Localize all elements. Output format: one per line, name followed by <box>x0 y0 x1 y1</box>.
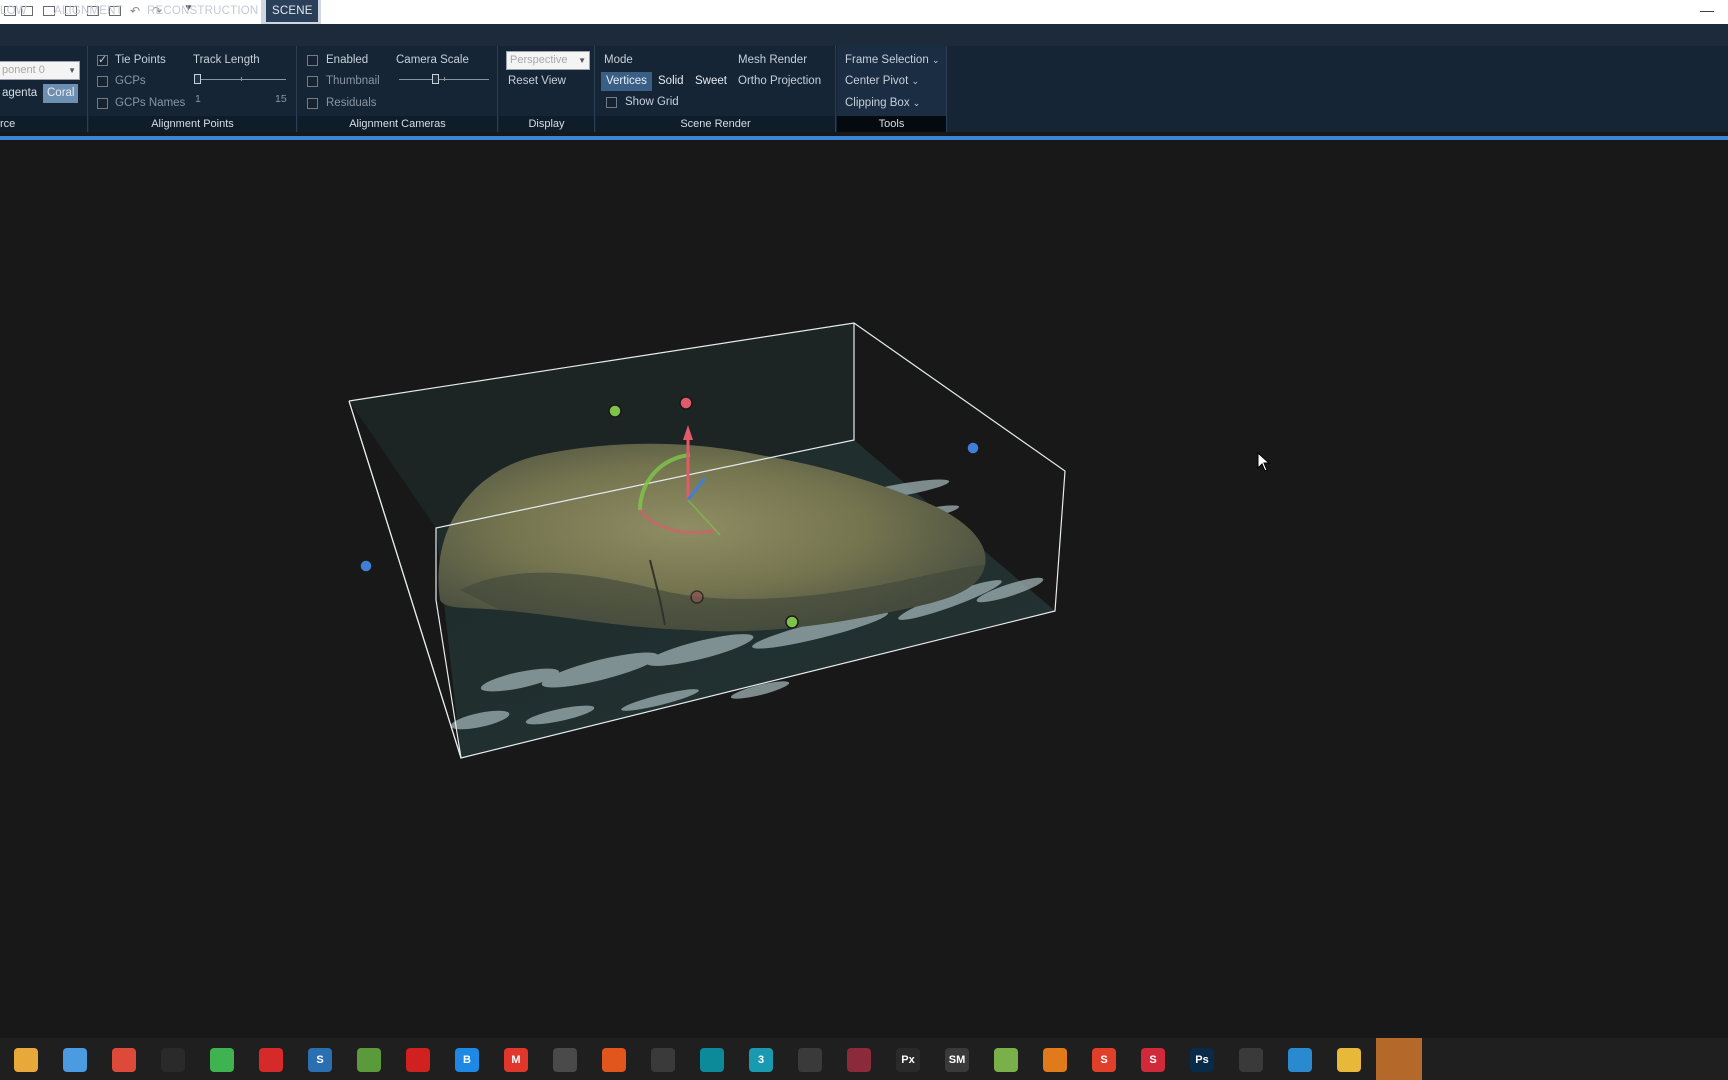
handle-blue-right[interactable] <box>966 441 980 455</box>
maps-app-icon[interactable] <box>700 1048 724 1072</box>
tab-reconstruction[interactable]: RECONSTRUCTION <box>141 0 264 22</box>
wechat-icon[interactable] <box>210 1048 234 1072</box>
component-select-value: ponent 0 <box>2 64 45 76</box>
residuals-label: Residuals <box>326 97 377 109</box>
group-footer-display: Display <box>499 116 594 132</box>
handle-red[interactable] <box>679 396 693 410</box>
projection-select-value: Perspective <box>510 54 568 66</box>
gcps-checkbox[interactable] <box>97 76 108 87</box>
netease-music-icon[interactable] <box>259 1048 283 1072</box>
penguin-icon[interactable] <box>161 1048 185 1072</box>
chevron-down-icon: ▼ <box>68 66 76 75</box>
gcps-names-label: GCPs Names <box>115 97 186 109</box>
m-app-icon[interactable]: M <box>504 1048 528 1072</box>
scene-render <box>348 322 1066 759</box>
tree-app-icon[interactable] <box>994 1048 1018 1072</box>
clipping-box-button[interactable]: Clipping Box ⌄ <box>845 97 920 109</box>
mode-label: Mode <box>604 54 633 66</box>
substance-designer-icon[interactable]: S <box>1092 1048 1116 1072</box>
track-length-label: Track Length <box>193 54 260 66</box>
substance-painter-icon[interactable]: S <box>1141 1048 1165 1072</box>
gcps-names-checkbox[interactable] <box>97 98 108 109</box>
frame-selection-button[interactable]: Frame Selection ⌄ <box>845 54 939 66</box>
record-icon[interactable] <box>406 1048 430 1072</box>
paint-palette-icon[interactable] <box>14 1048 38 1072</box>
center-pivot-label: Center Pivot <box>845 75 909 87</box>
pinwheel-icon[interactable] <box>63 1048 87 1072</box>
group-footer-scene-render: Scene Render <box>596 116 835 132</box>
realitycapture-icon[interactable] <box>1386 1048 1410 1072</box>
component-select[interactable]: ponent 0 ▼ <box>0 61 80 80</box>
blender-icon[interactable] <box>1043 1048 1067 1072</box>
thumbnail-checkbox[interactable] <box>307 76 318 87</box>
ribbon-tabs <box>0 24 1728 46</box>
photoshop-icon[interactable]: Ps <box>1190 1048 1214 1072</box>
sm-app-icon[interactable]: SM <box>945 1048 969 1072</box>
mouse-cursor-icon <box>1257 452 1271 472</box>
mode-sweet-button[interactable]: Sweet <box>691 72 731 91</box>
px-app-icon[interactable]: Px <box>896 1048 920 1072</box>
residuals-checkbox[interactable] <box>307 98 318 109</box>
tie-points-label: Tie Points <box>115 54 166 66</box>
gcps-label: GCPs <box>115 75 146 87</box>
camera-scale-label: Camera Scale <box>396 54 469 66</box>
search-app-icon[interactable] <box>651 1048 675 1072</box>
s-app-icon[interactable]: S <box>308 1048 332 1072</box>
tab-alignment[interactable]: ALIGNMENT <box>48 0 129 22</box>
handle-blue-left[interactable] <box>359 559 373 573</box>
flame-app-icon[interactable] <box>602 1048 626 1072</box>
show-grid-checkbox[interactable] <box>606 97 617 108</box>
track-length-tick <box>241 77 242 81</box>
cameras-enabled-label: Enabled <box>326 54 369 66</box>
heart-app-icon[interactable] <box>847 1048 871 1072</box>
mesh-render-label: Mesh Render <box>738 54 808 66</box>
reset-view-button[interactable]: Reset View <box>508 75 566 87</box>
tie-points-checkbox[interactable] <box>97 53 108 66</box>
projection-select[interactable]: Perspective ▼ <box>506 51 590 70</box>
3d-viewport[interactable] <box>0 140 1728 1038</box>
chrome-icon[interactable] <box>112 1048 136 1072</box>
center-pivot-button[interactable]: Center Pivot ⌄ <box>845 75 919 87</box>
handle-green-bottom[interactable] <box>785 615 799 629</box>
3dsmax-icon[interactable]: 3 <box>749 1048 773 1072</box>
chevron-down-icon: ⌄ <box>911 76 920 86</box>
chevron-down-icon: ⌄ <box>931 55 940 65</box>
unity-icon[interactable] <box>1239 1048 1263 1072</box>
group-footer-alignment-points: Alignment Points <box>89 116 296 132</box>
track-length-max: 15 <box>275 93 287 105</box>
aperture-icon[interactable] <box>553 1048 577 1072</box>
edge-icon[interactable] <box>1288 1048 1312 1072</box>
tab-scene[interactable]: SCENE <box>266 0 318 22</box>
cameras-enabled-checkbox[interactable] <box>307 55 318 66</box>
camera-scale-tick <box>444 77 445 81</box>
ortho-projection-button[interactable]: Ortho Projection <box>738 75 821 87</box>
group-footer-tools: Tools <box>837 116 946 132</box>
show-grid-label: Show Grid <box>625 96 679 108</box>
chevron-down-icon: ⌄ <box>912 98 921 108</box>
handle-green-top[interactable] <box>608 404 622 418</box>
group-footer-alignment-cameras: Alignment Cameras <box>298 116 497 132</box>
camera-scale-slider-thumb[interactable] <box>432 74 439 84</box>
thumbnail-label: Thumbnail <box>326 75 380 87</box>
clipping-box-label: Clipping Box <box>845 97 910 109</box>
mode-vertices-button[interactable]: Vertices <box>601 72 652 91</box>
group-footer-source: rce <box>0 116 87 132</box>
mode-solid-button[interactable]: Solid <box>654 72 688 91</box>
zbrush-icon[interactable] <box>798 1048 822 1072</box>
minimize-button[interactable]: — <box>1700 2 1714 18</box>
color-magenta-button[interactable]: agenta <box>0 84 41 103</box>
file-explorer-icon[interactable] <box>1337 1048 1361 1072</box>
chevron-down-icon: ▼ <box>578 56 586 65</box>
b-app-icon[interactable]: B <box>455 1048 479 1072</box>
globe-app-icon[interactable] <box>357 1048 381 1072</box>
frame-selection-label: Frame Selection <box>845 54 929 66</box>
color-coral-button[interactable]: Coral <box>43 84 79 103</box>
tab-workflow[interactable]: LOW <box>0 0 33 22</box>
handle-red-bottom[interactable] <box>690 590 704 604</box>
track-length-min: 1 <box>195 93 201 105</box>
track-length-slider-thumb[interactable] <box>194 74 201 84</box>
